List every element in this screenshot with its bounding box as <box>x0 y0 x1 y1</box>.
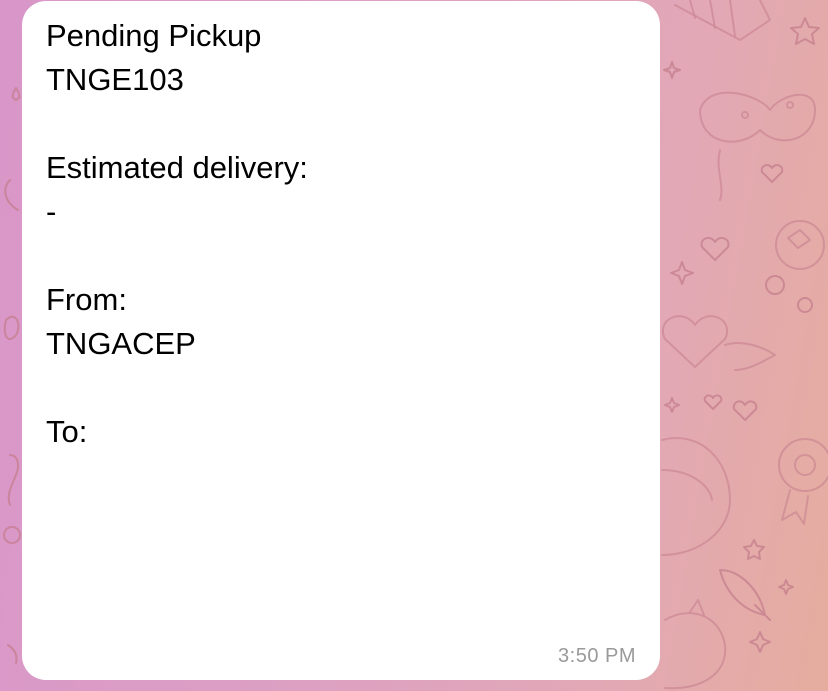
sparkle-doodle-icon <box>670 261 694 285</box>
to-label: To: <box>46 414 88 449</box>
star-doodle-icon <box>743 539 765 560</box>
heart-doodle-icon <box>700 236 730 261</box>
feather-doodle-icon <box>719 569 771 621</box>
sparkle-doodle-icon <box>749 631 771 653</box>
heart-doodle-icon <box>703 394 723 410</box>
message-bubble[interactable]: Pending Pickup TNGE103 Estimated deliver… <box>22 1 660 680</box>
bubble-doodle-icon <box>3 526 21 544</box>
message-timestamp: 3:50 PM <box>558 645 636 667</box>
bubble-doodle-icon <box>765 275 785 295</box>
winged-heart-doodle-icon <box>662 315 776 371</box>
heart-doodle-icon <box>760 164 784 183</box>
cake-doodle-icon <box>661 437 731 556</box>
drop-doodle-icon <box>11 87 21 101</box>
rosette-doodle-icon <box>778 438 828 525</box>
estimated-delivery-value: - <box>46 194 57 229</box>
sparkle-doodle-icon <box>663 61 681 79</box>
candy-doodle-icon <box>7 454 19 506</box>
sparkle-doodle-icon <box>664 397 680 413</box>
from-value: TNGACEP <box>46 326 196 361</box>
sparkle-doodle-icon <box>778 579 794 595</box>
candy-doodle-icon <box>775 220 825 270</box>
strawberry-doodle-icon <box>4 179 19 211</box>
message-text: Pending Pickup TNGE103 Estimated deliver… <box>46 14 636 454</box>
bubble-doodle-icon <box>797 297 813 313</box>
sleep-mask-doodle-icon <box>699 91 816 201</box>
sparkle-doodle-icon <box>7 644 18 664</box>
heart-doodle-icon <box>732 400 758 421</box>
flower-doodle-icon <box>3 315 20 340</box>
estimated-delivery-label: Estimated delivery: <box>46 150 308 185</box>
star-doodle-icon <box>790 17 820 45</box>
gift-doodle-icon <box>674 0 771 41</box>
from-label: From: <box>46 282 127 317</box>
cat-doodle-icon <box>664 599 727 690</box>
tracking-code-line: TNGE103 <box>46 62 184 97</box>
status-line: Pending Pickup <box>46 18 262 53</box>
